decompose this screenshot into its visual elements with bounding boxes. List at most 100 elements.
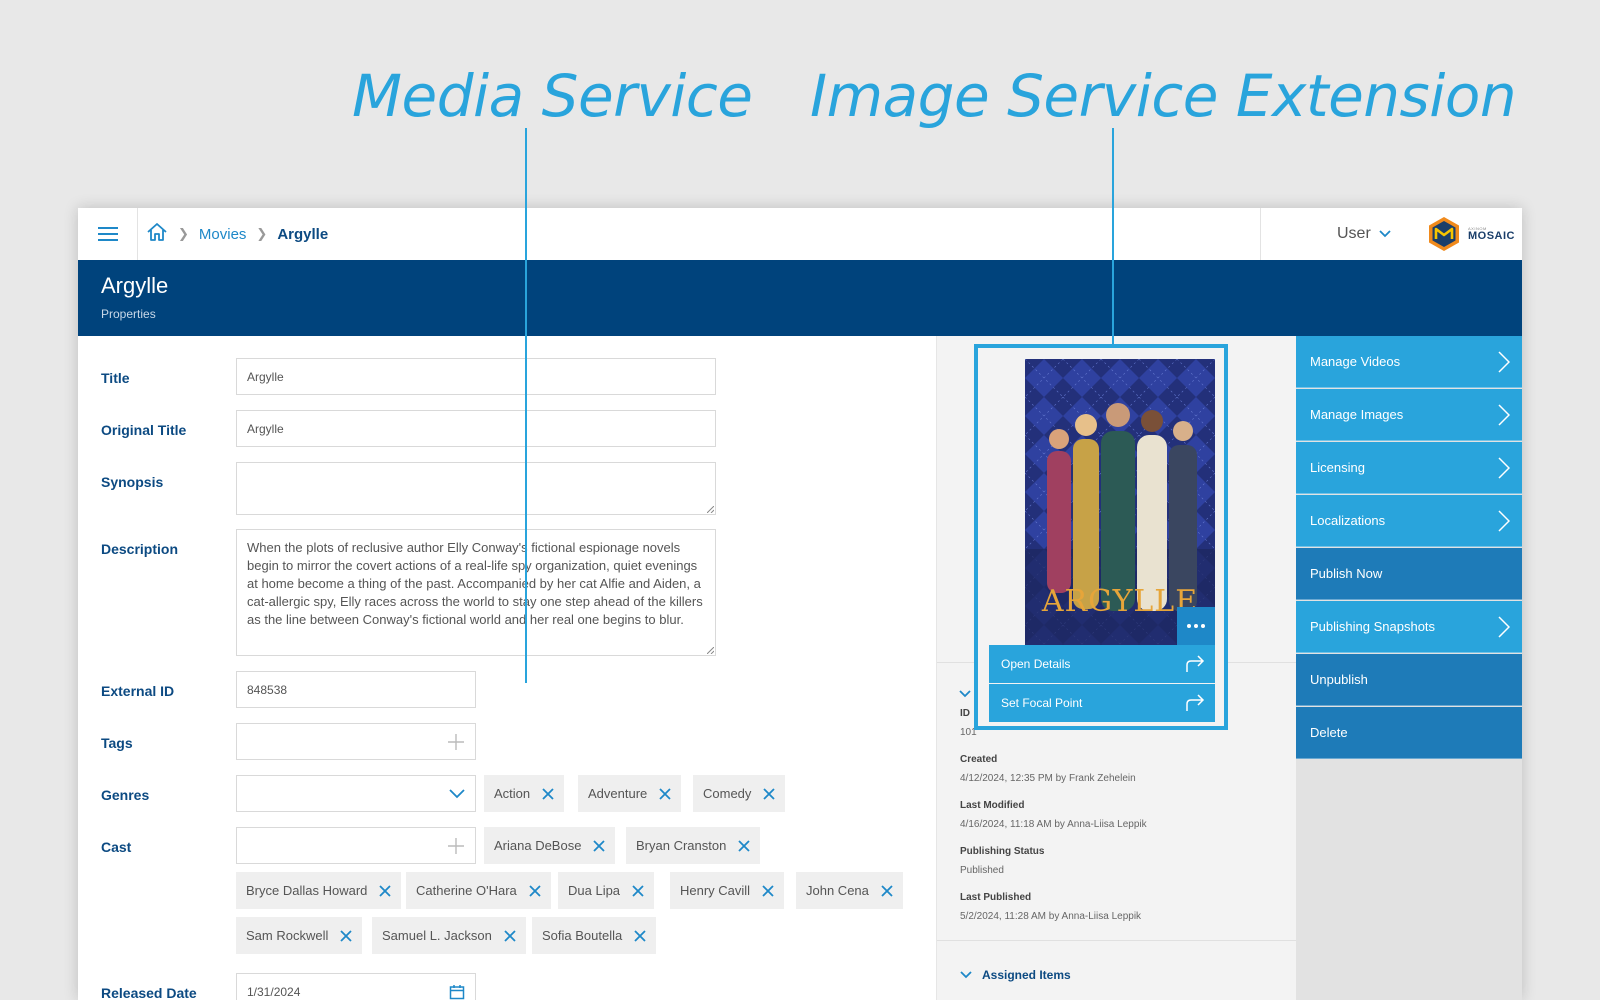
close-icon[interactable]: [593, 839, 606, 852]
cast-chip: Bryan Cranston: [626, 827, 761, 864]
id-label: ID: [960, 708, 970, 719]
chip-label: Dua Lipa: [568, 883, 621, 898]
user-menu-button[interactable]: User: [1337, 208, 1391, 260]
cast-chip: Sofia Boutella: [532, 917, 657, 954]
hamburger-menu-icon[interactable]: [78, 208, 138, 260]
top-bar: ❯ Movies ❯ Argylle User AXINOM MOSAIC: [78, 208, 1522, 260]
chip-label: John Cena: [806, 883, 869, 898]
set-focal-point-menu-item[interactable]: Set Focal Point: [989, 684, 1215, 722]
home-icon[interactable]: [146, 222, 168, 246]
external-id-label: External ID: [101, 683, 175, 699]
close-icon[interactable]: [340, 929, 352, 942]
share-arrow-icon: [1186, 694, 1205, 711]
chip-label: Action: [494, 786, 531, 801]
genre-chip: Adventure: [578, 775, 682, 812]
cast-chip: John Cena: [796, 872, 903, 909]
close-icon[interactable]: [763, 787, 776, 800]
chevron-down-icon: [1379, 225, 1391, 243]
panel-divider: [937, 940, 1297, 941]
cast-chip: Samuel L. Jackson: [372, 917, 526, 954]
close-icon[interactable]: [379, 884, 392, 897]
resize-handle-icon[interactable]: [707, 506, 714, 513]
close-icon[interactable]: [659, 787, 671, 800]
menu-item-label: Open Details: [1001, 657, 1071, 671]
movie-poster[interactable]: ARGYLLE: [1025, 359, 1215, 645]
close-icon[interactable]: [632, 884, 644, 897]
more-options-button[interactable]: [1177, 607, 1215, 645]
description-textarea[interactable]: When the plots of reclusive author Elly …: [236, 529, 716, 656]
plus-icon[interactable]: [447, 733, 465, 751]
chip-label: Sofia Boutella: [542, 928, 623, 943]
title-label: Title: [101, 370, 130, 386]
title-input[interactable]: Argylle: [236, 358, 716, 395]
cast-chip: Henry Cavill: [670, 872, 785, 909]
chip-label: Henry Cavill: [680, 883, 751, 898]
plus-icon[interactable]: [447, 837, 465, 855]
callout-image-service-extension: Image Service Extension: [810, 62, 1517, 130]
cast-label: Cast: [101, 839, 132, 855]
breadcrumb-movies-link[interactable]: Movies: [199, 226, 247, 243]
chip-label: Bryce Dallas Howard: [246, 883, 368, 898]
chevron-down-icon: [960, 971, 972, 979]
genre-chip: Action: [484, 775, 565, 812]
licensing-button[interactable]: Licensing: [1296, 442, 1522, 494]
manage-images-button[interactable]: Manage Images: [1296, 389, 1522, 441]
close-icon[interactable]: [881, 884, 893, 897]
close-icon[interactable]: [542, 787, 554, 800]
publish-now-button[interactable]: Publish Now: [1296, 548, 1522, 600]
assigned-items-label: Assigned Items: [982, 968, 1071, 982]
chevron-down-icon[interactable]: [959, 685, 971, 703]
close-icon[interactable]: [738, 839, 750, 852]
page-header: Argylle Properties: [78, 260, 1522, 336]
created-value: 4/12/2024, 12:35 PM by Frank Zehelein: [960, 773, 1136, 784]
action-label: Delete: [1310, 725, 1348, 740]
user-label: User: [1337, 225, 1371, 242]
logo-main-text: MOSAIC: [1468, 229, 1515, 242]
action-label: Unpublish: [1310, 672, 1368, 687]
publishing-status-label: Publishing Status: [960, 846, 1045, 857]
last-modified-value: 4/16/2024, 11:18 AM by Anna-Liisa Leppik: [960, 819, 1147, 830]
cast-chip: Dua Lipa: [558, 872, 655, 909]
resize-handle-icon[interactable]: [707, 647, 714, 654]
cast-chip: Ariana DeBose: [484, 827, 616, 864]
close-icon[interactable]: [529, 884, 541, 897]
calendar-icon[interactable]: [449, 984, 465, 1000]
chevron-right-icon: [1498, 403, 1510, 426]
description-label: Description: [101, 541, 179, 557]
delete-button[interactable]: Delete: [1296, 707, 1522, 759]
action-label: Manage Videos: [1310, 354, 1401, 369]
breadcrumb: ❯ Movies ❯ Argylle: [146, 208, 328, 260]
tags-input[interactable]: [236, 723, 476, 760]
actions-panel: Manage Videos Manage Images Licensing Lo…: [1296, 336, 1522, 1000]
last-published-value: 5/2/2024, 11:28 AM by Anna-Liisa Leppik: [960, 911, 1142, 922]
assigned-items-toggle[interactable]: Assigned Items: [960, 968, 1071, 982]
last-published-label: Last Published: [960, 892, 1032, 903]
callout-media-service: Media Service: [352, 62, 753, 130]
publishing-snapshots-button[interactable]: Publishing Snapshots: [1296, 601, 1522, 653]
cast-input[interactable]: [236, 827, 476, 864]
breadcrumb-current: Argylle: [277, 225, 329, 243]
genres-label: Genres: [101, 787, 150, 803]
chip-label: Adventure: [588, 786, 648, 801]
chip-label: Catherine O'Hara: [416, 883, 517, 898]
callout-line-image-service: [1112, 128, 1114, 346]
external-id-input[interactable]: 848538: [236, 671, 476, 708]
genres-select[interactable]: [236, 775, 476, 812]
more-horizontal-icon: [1187, 624, 1205, 628]
chevron-right-icon: ❯: [178, 226, 189, 241]
localizations-button[interactable]: Localizations: [1296, 495, 1522, 547]
unpublish-button[interactable]: Unpublish: [1296, 654, 1522, 706]
original-title-value: Argylle: [247, 421, 284, 436]
released-date-value: 1/31/2024: [247, 984, 301, 999]
open-details-menu-item[interactable]: Open Details: [989, 645, 1215, 683]
manage-videos-button[interactable]: Manage Videos: [1296, 336, 1522, 388]
original-title-input[interactable]: Argylle: [236, 410, 716, 447]
close-icon[interactable]: [504, 929, 516, 942]
callout-line-media-service: [525, 128, 527, 683]
synopsis-textarea[interactable]: [236, 462, 716, 515]
released-date-input[interactable]: 1/31/2024: [236, 973, 476, 1000]
chip-label: Samuel L. Jackson: [382, 928, 492, 943]
close-icon[interactable]: [634, 929, 646, 942]
chip-label: Ariana DeBose: [494, 838, 582, 853]
close-icon[interactable]: [762, 884, 774, 897]
